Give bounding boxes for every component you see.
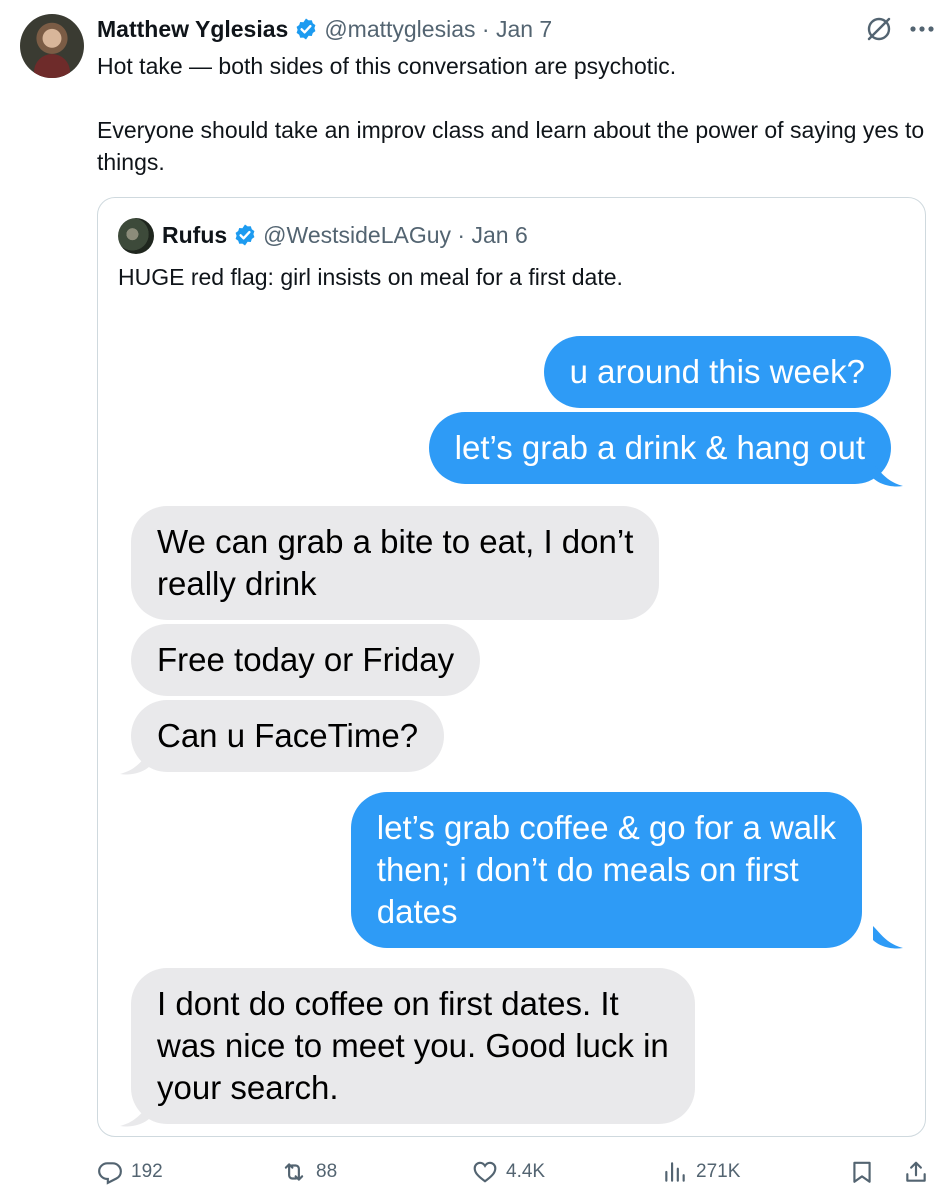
reply-icon — [98, 1162, 122, 1185]
reply-count: 192 — [131, 1161, 163, 1182]
message-line: Free today or Friday — [157, 641, 455, 678]
message-bubble-outgoing: let’s grab coffee & go for a walk then; … — [350, 792, 862, 948]
bubble-tail — [120, 752, 150, 775]
message-line: Can u FaceTime? — [157, 717, 419, 754]
bubble-tail — [120, 1104, 150, 1127]
message-line: let’s grab coffee & go for a walk — [376, 809, 836, 846]
message-bubble-outgoing: let’s grab a drink & hang out — [428, 412, 891, 484]
repost-icon — [284, 1163, 304, 1181]
message-line: then; i don’t do meals on first — [376, 851, 799, 888]
author-handle[interactable]: @mattyglesias — [324, 16, 475, 43]
views-count: 271K — [696, 1161, 741, 1182]
message-line: u around this week? — [569, 353, 865, 390]
quoted-tweet-header: Rufus @WestsideLAGuy · Jan 6 — [162, 220, 528, 250]
verified-badge-icon — [296, 18, 316, 40]
reply-button[interactable]: 192 — [97, 1152, 163, 1192]
message-bubble-incoming: Can u FaceTime? — [131, 700, 445, 772]
message-line: your search. — [157, 1069, 339, 1106]
like-count: 4.4K — [506, 1161, 546, 1182]
grok-icon[interactable] — [864, 14, 894, 44]
share-button[interactable] — [903, 1152, 929, 1192]
message-line: really drink — [157, 565, 317, 602]
quoted-author-name[interactable]: Rufus — [162, 222, 227, 249]
separator: · — [451, 221, 472, 248]
repost-count: 88 — [316, 1161, 338, 1182]
quoted-author-handle[interactable]: @WestsideLAGuy — [263, 222, 451, 249]
verified-badge-icon — [235, 224, 255, 246]
message-line: We can grab a bite to eat, I don’t — [157, 523, 634, 560]
tweet-date[interactable]: Jan 7 — [496, 16, 552, 43]
views-button[interactable]: 271K — [662, 1152, 740, 1192]
message-bubble-incoming: We can grab a bite to eat, I don’t reall… — [131, 506, 660, 620]
tweet-text-line: Hot take — both sides of this conversati… — [97, 53, 677, 79]
quoted-tweet[interactable]: Rufus @WestsideLAGuy · Jan 6 HUGE red fl… — [97, 197, 926, 1137]
message-bubble-outgoing: u around this week? — [543, 336, 891, 408]
tweet-actions: 192 88 4.4K 271K — [97, 1152, 937, 1192]
tweet-text: Hot take — both sides of this conversati… — [97, 50, 927, 178]
separator: · — [475, 15, 496, 42]
repost-button[interactable]: 88 — [280, 1152, 337, 1192]
tweet-header: Matthew Yglesias @mattyglesias · Jan 7 — [97, 14, 552, 44]
quoted-tweet-date[interactable]: Jan 6 — [471, 222, 527, 249]
quoted-author-avatar[interactable] — [118, 218, 154, 254]
tweet-top-icons — [864, 14, 936, 44]
share-icon — [906, 1161, 926, 1182]
more-icon[interactable] — [908, 14, 936, 44]
message-bubble-incoming: I dont do coffee on first dates. It was … — [131, 968, 695, 1124]
message-line: I dont do coffee on first dates. It — [157, 985, 619, 1022]
views-icon — [665, 1162, 685, 1182]
message-line: dates — [376, 893, 458, 930]
like-button[interactable]: 4.4K — [472, 1152, 545, 1192]
message-line: let’s grab a drink & hang out — [454, 429, 865, 466]
message-line: was nice to meet you. Good luck in — [157, 1027, 669, 1064]
quoted-tweet-text: HUGE red flag: girl insists on meal for … — [118, 264, 623, 290]
tweet-text-line: Everyone should take an improv class and… — [97, 117, 925, 175]
bubble-tail — [873, 926, 903, 949]
bookmark-icon — [853, 1161, 871, 1183]
author-avatar[interactable] — [20, 14, 84, 78]
bookmark-button[interactable] — [849, 1152, 875, 1192]
message-bubble-incoming: Free today or Friday — [131, 624, 481, 696]
heart-icon — [473, 1161, 497, 1183]
author-name[interactable]: Matthew Yglesias — [97, 16, 288, 43]
bubble-tail — [873, 464, 903, 487]
